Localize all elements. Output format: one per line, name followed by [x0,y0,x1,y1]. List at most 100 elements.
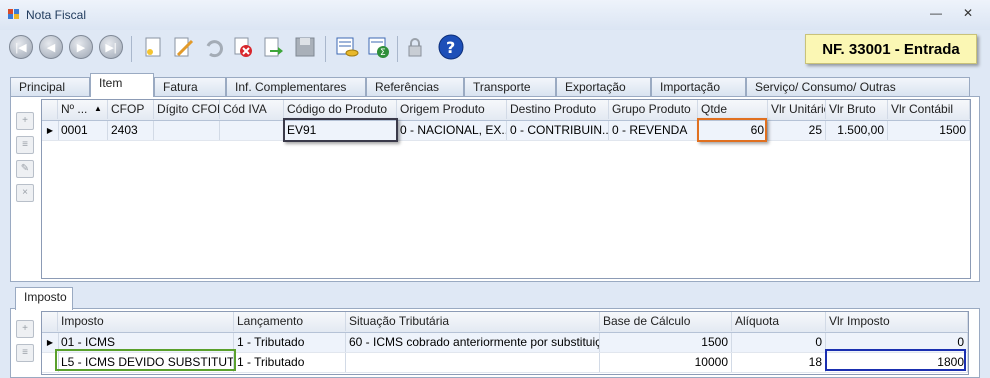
cell-origem-produto[interactable]: 0 - NACIONAL, EX... [397,121,507,140]
previous-record-button[interactable]: ◀ [38,34,64,60]
tab-servico-consumo[interactable]: Serviço/ Consumo/ Outras Transações [746,77,970,113]
new-document-icon [145,37,161,57]
column-header-cod-iva[interactable]: Cód IVA [220,100,284,119]
lock-button[interactable] [402,34,428,60]
new-button[interactable] [140,34,166,60]
table-row[interactable]: ▶ 0001 2403 EV91 0 - NACIONAL, EX... 0 -… [42,121,970,141]
column-header-vlr-unitario[interactable]: Vlr Unitário [768,100,826,119]
edit-row-icon[interactable]: ✎ [16,160,34,178]
undo-icon [206,40,223,58]
tab-item[interactable]: Item [90,73,154,97]
close-button[interactable]: ✕ [958,6,978,22]
skip-first-icon: |◀ [9,35,33,59]
cell-imposto[interactable]: 01 - ICMS [58,333,234,352]
cell-vlr-imposto[interactable]: 1800 [826,353,968,372]
column-header-lancamento[interactable]: Lançamento [234,312,346,331]
svg-text:?: ? [446,38,455,57]
cell-vlr-imposto[interactable]: 0 [826,333,968,352]
column-header-imposto[interactable]: Imposto [58,312,234,331]
cell-cfop[interactable]: 2403 [108,121,154,140]
column-header-codigo-produto[interactable]: Código do Produto [284,100,397,119]
tab-exportacao[interactable]: Exportação [556,77,651,96]
tab-imposto[interactable]: Imposto [15,287,73,310]
sort-ascending-icon: ▲ [94,104,102,113]
tax-grid-header: Imposto Lançamento Situação Tributária B… [42,312,968,333]
minimize-button[interactable]: — [926,6,946,22]
floppy-icon [295,37,315,57]
tab-inf-complementares[interactable]: Inf. Complementares [226,77,366,96]
sum-icon: Σ [368,37,389,58]
save-button[interactable] [292,34,318,60]
column-header-vlr-bruto[interactable]: Vlr Bruto [826,100,888,119]
last-record-button[interactable]: ▶| [98,34,124,60]
cell-vlr-unitario[interactable]: 25 [768,121,826,140]
column-header-destino-produto[interactable]: Destino Produto [507,100,609,119]
column-header-digito-cfop[interactable]: Dígito CFOP [154,100,220,119]
sum-report-button[interactable]: Σ [366,34,392,60]
next-record-button[interactable]: ▶ [68,34,94,60]
add-tax-row-icon[interactable]: + [16,320,34,338]
undo-button[interactable] [200,34,226,60]
add-row-icon[interactable]: + [16,112,34,130]
items-grid: Nº ... CFOP Dígito CFOP Cód IVA Código d… [41,99,971,279]
cell-vlr-bruto[interactable]: 1.500,00 [826,121,888,140]
cell-lancamento[interactable]: 1 - Tributado [234,353,346,372]
svg-text:Σ: Σ [380,48,386,58]
column-header-situacao-tributaria[interactable]: Situação Tributária [346,312,600,331]
cell-lancamento[interactable]: 1 - Tributado [234,333,346,352]
column-header-base-calculo[interactable]: Base de Cálculo [600,312,732,331]
cell-aliquota[interactable]: 0 [732,333,826,352]
cell-destino-produto[interactable]: 0 - CONTRIBUIN... [507,121,609,140]
delete-row-icon[interactable]: × [16,184,34,202]
table-row[interactable]: L5 - ICMS DEVIDO SUBSTITUTO 1 - Tributad… [42,353,968,373]
insert-row-icon[interactable]: ≡ [16,136,34,154]
window-title: Nota Fiscal [26,8,87,22]
report-button[interactable] [334,34,360,60]
column-header-vlr-imposto[interactable]: Vlr Imposto [826,312,968,331]
cell-imposto[interactable]: L5 - ICMS DEVIDO SUBSTITUTO [58,353,234,372]
toolbar-separator [397,36,398,62]
invoice-badge: NF. 33001 - Entrada [805,34,977,64]
current-row-icon: ▶ [42,333,59,352]
cell-base-calculo[interactable]: 10000 [600,353,732,372]
cell-base-calculo[interactable]: 1500 [600,333,732,352]
cell-numero[interactable]: 0001 [58,121,108,140]
cell-situacao-tributaria[interactable]: 60 - ICMS cobrado anteriormente por subs… [346,333,600,352]
cell-cod-iva[interactable] [220,121,284,140]
column-header-grupo-produto[interactable]: Grupo Produto [609,100,698,119]
export-button[interactable] [260,34,286,60]
column-header-qtde[interactable]: Qtde [698,100,768,119]
insert-tax-row-icon[interactable]: ≡ [16,344,34,362]
row-indicator-header [42,100,58,119]
tab-referencias[interactable]: Referências [366,77,464,96]
pencil-icon [174,37,194,57]
tab-principal[interactable]: Principal [10,77,90,96]
edit-button[interactable] [170,34,196,60]
lock-icon [408,38,422,57]
column-header-vlr-contabil[interactable]: Vlr Contábil [888,100,970,119]
cell-aliquota[interactable]: 18 [732,353,826,372]
items-grid-header: Nº ... CFOP Dígito CFOP Cód IVA Código d… [42,100,970,121]
first-record-button[interactable]: |◀ [8,34,34,60]
help-icon: ? [438,34,464,60]
cell-qtde[interactable]: 60 [698,121,768,140]
cell-codigo-produto[interactable]: EV91 [284,121,397,140]
cell-digito-cfop[interactable] [154,121,220,140]
skip-last-icon: ▶| [99,35,123,59]
next-icon: ▶ [69,35,93,59]
tab-importacao[interactable]: Importação [651,77,746,96]
help-button[interactable]: ? [438,34,464,60]
cell-situacao-tributaria[interactable] [346,353,600,372]
cell-grupo-produto[interactable]: 0 - REVENDA [609,121,698,140]
cell-vlr-contabil[interactable]: 1500 [888,121,970,140]
tab-fatura[interactable]: Fatura [154,77,226,96]
current-row-icon: ▶ [42,121,59,140]
delete-button[interactable] [230,34,256,60]
column-header-origem-produto[interactable]: Origem Produto [397,100,507,119]
column-header-cfop[interactable]: CFOP [108,100,154,119]
tab-transporte[interactable]: Transporte [464,77,556,96]
report-coins-icon [336,37,359,57]
column-header-aliquota[interactable]: Alíquota [732,312,826,331]
delete-icon [234,37,252,57]
table-row[interactable]: ▶ 01 - ICMS 1 - Tributado 60 - ICMS cobr… [42,333,968,353]
